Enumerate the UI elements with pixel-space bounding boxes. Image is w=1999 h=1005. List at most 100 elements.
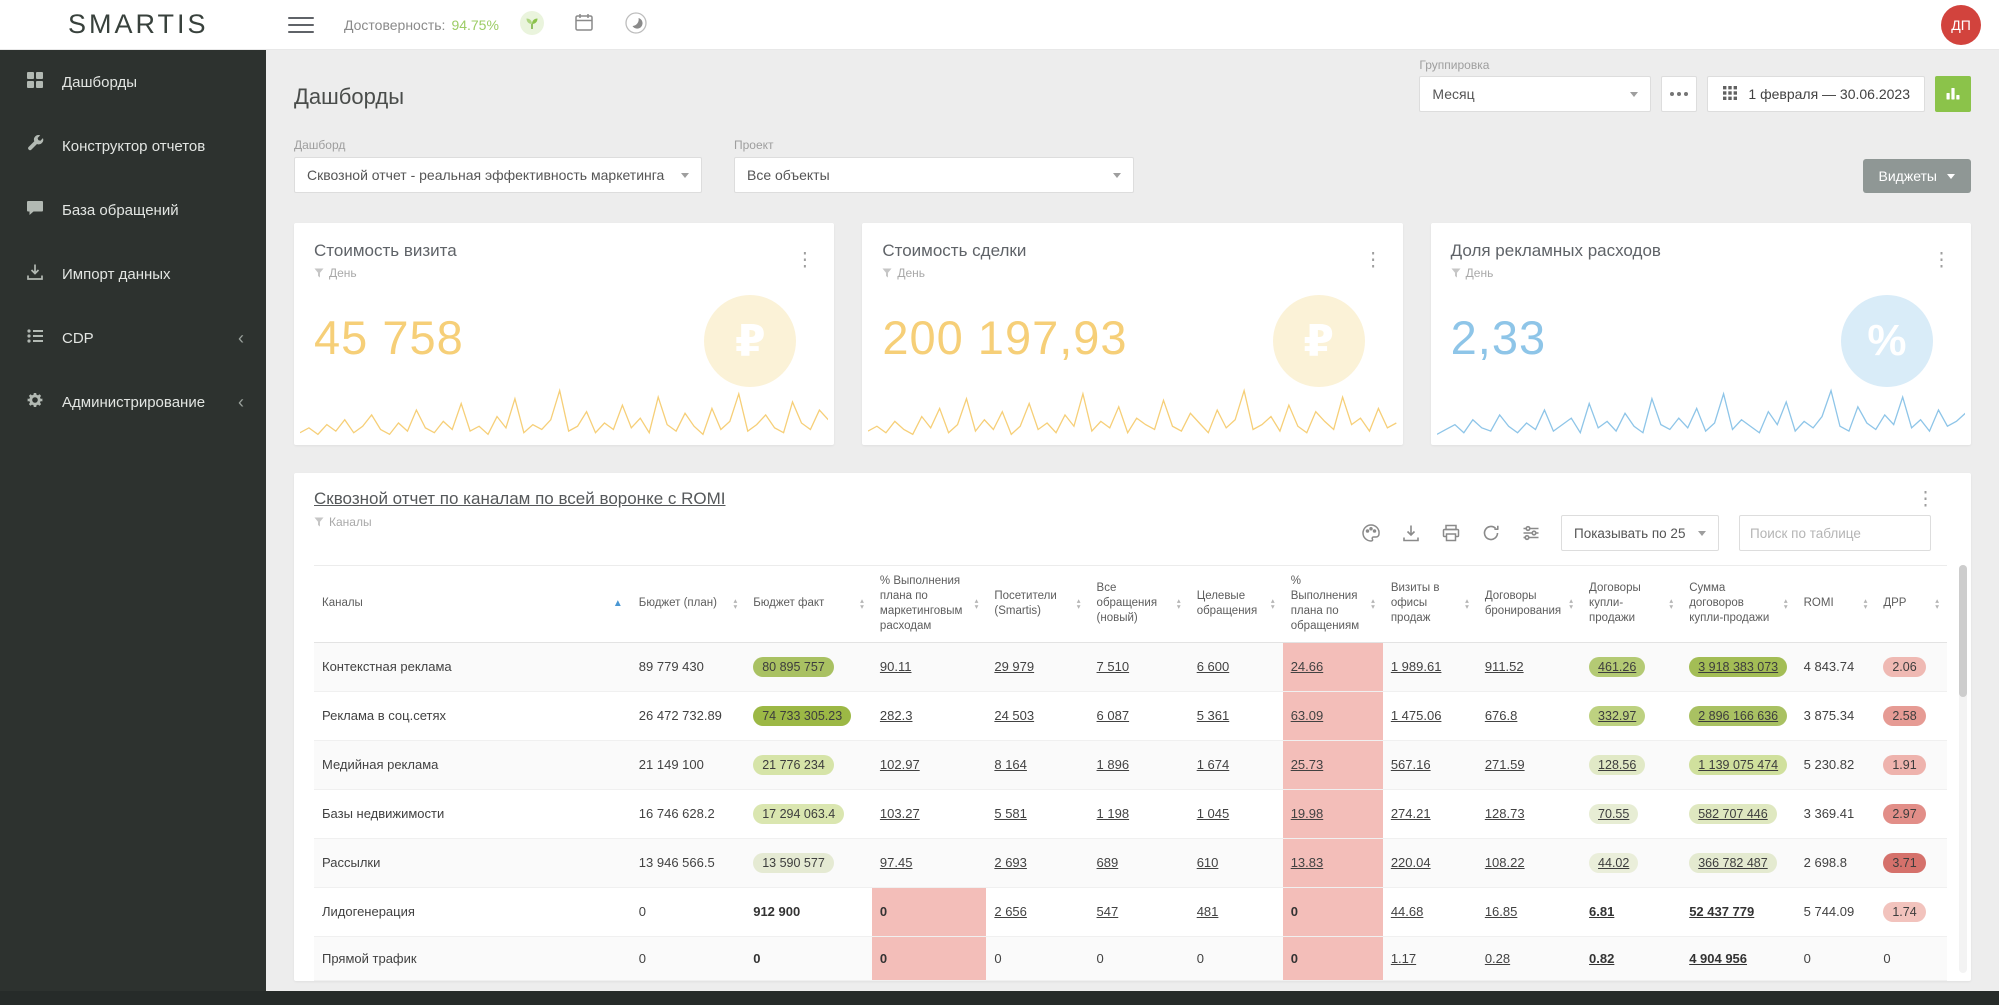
cell-value[interactable]: 6 087 [1097, 708, 1130, 723]
table-scrollbar[interactable] [1959, 565, 1967, 973]
cell-value[interactable]: 0.28 [1485, 951, 1510, 966]
kebab-menu-button[interactable]: ⋮ [1364, 241, 1383, 280]
sidebar-item-report-builder[interactable]: Конструктор отчетов [0, 114, 266, 178]
sort-icon[interactable]: ▴ ▾ [1177, 597, 1181, 611]
sidebar-item-cdp[interactable]: CDP ‹ [0, 306, 266, 370]
cell-value[interactable]: 5 361 [1197, 708, 1230, 723]
cell-value[interactable]: 4 904 956 [1689, 951, 1747, 966]
column-header[interactable]: Договоры купли-продажи ▴ ▾ [1581, 565, 1682, 643]
cell-value[interactable]: 271.59 [1485, 757, 1525, 772]
value-badge[interactable]: 1 139 075 474 [1689, 754, 1788, 775]
sidebar-item-dashboards[interactable]: Дашборды [0, 50, 266, 114]
palette-icon[interactable] [1361, 523, 1381, 543]
cell-value[interactable]: 689 [1097, 855, 1119, 870]
cell-value[interactable]: 481 [1197, 904, 1219, 919]
chevron-left-icon[interactable]: ‹ [238, 392, 244, 413]
sidebar-item-data-import[interactable]: Импорт данных [0, 242, 266, 306]
theme-toggle-button[interactable] [617, 6, 655, 44]
cell-value[interactable]: 6.81 [1589, 904, 1614, 919]
kebab-menu-button[interactable]: ⋮ [795, 241, 814, 280]
compare-button[interactable] [1935, 76, 1971, 112]
cell-value[interactable]: 103.27 [880, 806, 920, 821]
cell-value[interactable]: 911.52 [1485, 659, 1524, 674]
column-header[interactable]: Бюджет факт ▴ ▾ [745, 565, 872, 643]
cell-value[interactable]: 5 581 [994, 806, 1027, 821]
cell-value[interactable]: 610 [1197, 855, 1219, 870]
grouping-select[interactable]: Месяц [1419, 76, 1652, 112]
column-header[interactable]: Посетители (Smartis) ▴ ▾ [986, 565, 1089, 643]
value-badge[interactable]: 44.02 [1589, 852, 1639, 873]
cell-value[interactable]: 7 510 [1097, 659, 1130, 674]
value-badge[interactable]: 332.97 [1589, 705, 1646, 726]
column-settings-icon[interactable] [1521, 523, 1541, 543]
cell-value[interactable]: 567.16 [1391, 757, 1431, 772]
sort-icon[interactable]: ▴ ▾ [1371, 597, 1375, 611]
cell-value[interactable]: 63.09 [1291, 708, 1324, 723]
page-size-select[interactable]: Показывать по 25 [1561, 515, 1719, 551]
sort-icon[interactable]: ▴ ▾ [1077, 597, 1081, 611]
value-badge[interactable]: 582 707 446 [1689, 803, 1777, 824]
sort-asc-icon[interactable]: ▲ [613, 597, 623, 610]
project-select[interactable]: Все объекты [734, 157, 1134, 193]
column-header[interactable]: Сумма договоров купли-продажи ▴ ▾ [1681, 565, 1796, 643]
sort-icon[interactable]: ▴ ▾ [1935, 597, 1939, 611]
table-title-link[interactable]: Сквозной отчет по каналам по всей воронк… [314, 489, 725, 509]
cell-value[interactable]: 1 198 [1097, 806, 1130, 821]
value-badge[interactable]: 2 896 166 636 [1689, 705, 1788, 726]
cell-value[interactable]: 1.17 [1391, 951, 1416, 966]
cell-value[interactable]: 44.68 [1391, 904, 1424, 919]
sort-icon[interactable]: ▴ ▾ [733, 597, 737, 611]
column-header[interactable]: % Выполнения плана по маркетинговым расх… [871, 565, 987, 643]
chevron-left-icon[interactable]: ‹ [238, 328, 244, 349]
eco-status-button[interactable] [513, 6, 551, 44]
cell-value[interactable]: 220.04 [1391, 855, 1431, 870]
sort-icon[interactable]: ▴ ▾ [1864, 597, 1868, 611]
cell-value[interactable]: 52 437 779 [1689, 904, 1754, 919]
cell-value[interactable]: 1 989.61 [1391, 659, 1442, 674]
cell-value[interactable]: 8 164 [994, 757, 1027, 772]
sort-icon[interactable]: ▴ ▾ [975, 597, 979, 611]
avatar[interactable]: ДП [1941, 4, 1981, 45]
cell-value[interactable]: 1 475.06 [1391, 708, 1442, 723]
column-header[interactable]: ROMI ▴ ▾ [1795, 565, 1876, 643]
value-badge[interactable]: 70.55 [1589, 803, 1639, 824]
column-header[interactable]: ДРР ▴ ▾ [1875, 565, 1947, 643]
column-header[interactable]: Бюджет (план) ▴ ▾ [630, 565, 746, 643]
column-header[interactable]: Все обращения (новый) ▴ ▾ [1088, 565, 1189, 643]
cell-value[interactable]: 108.22 [1485, 855, 1525, 870]
cell-value[interactable]: 547 [1097, 904, 1119, 919]
sort-icon[interactable]: ▴ ▾ [1669, 597, 1673, 611]
kebab-menu-button[interactable]: ⋮ [1916, 489, 1935, 509]
cell-value[interactable]: 24.66 [1291, 659, 1324, 674]
column-header[interactable]: % Выполнения плана по обращениям ▴ ▾ [1282, 565, 1383, 643]
value-badge[interactable]: 3 918 383 073 [1689, 656, 1788, 677]
cell-value[interactable]: 2 693 [994, 855, 1027, 870]
cell-value[interactable]: 1 045 [1197, 806, 1230, 821]
cell-value[interactable]: 0.82 [1589, 951, 1614, 966]
print-icon[interactable] [1441, 523, 1461, 543]
scrollbar-thumb[interactable] [1959, 565, 1967, 697]
date-range-button[interactable]: 1 февраля — 30.06.2023 [1707, 76, 1925, 112]
cell-value[interactable]: 282.3 [880, 708, 913, 723]
cell-value[interactable]: 102.97 [880, 757, 920, 772]
column-header[interactable]: Договоры бронирования ▴ ▾ [1476, 565, 1582, 643]
value-badge[interactable]: 128.56 [1589, 754, 1646, 775]
cell-value[interactable]: 274.21 [1391, 806, 1431, 821]
cell-value[interactable]: 25.73 [1291, 757, 1324, 772]
more-options-button[interactable] [1661, 76, 1698, 112]
column-header[interactable]: Визиты в офисы продаж ▴ ▾ [1382, 565, 1477, 643]
kebab-menu-button[interactable]: ⋮ [1932, 241, 1951, 280]
value-badge[interactable]: 461.26 [1589, 656, 1646, 677]
dashboard-select[interactable]: Сквозной отчет - реальная эффективность … [294, 157, 702, 193]
calendar-button[interactable] [565, 6, 603, 44]
cell-value[interactable]: 29 979 [994, 659, 1034, 674]
widgets-button[interactable]: Виджеты [1862, 159, 1971, 193]
column-header[interactable]: Каналы ▲ [314, 565, 631, 643]
cell-value[interactable]: 1 896 [1097, 757, 1130, 772]
cell-value[interactable]: 19.98 [1291, 806, 1324, 821]
cell-value[interactable]: 6 600 [1197, 659, 1230, 674]
sort-icon[interactable]: ▴ ▾ [1271, 597, 1275, 611]
sort-icon[interactable]: ▴ ▾ [1784, 597, 1788, 611]
cell-value[interactable]: 128.73 [1485, 806, 1525, 821]
table-search-input[interactable] [1739, 515, 1931, 551]
